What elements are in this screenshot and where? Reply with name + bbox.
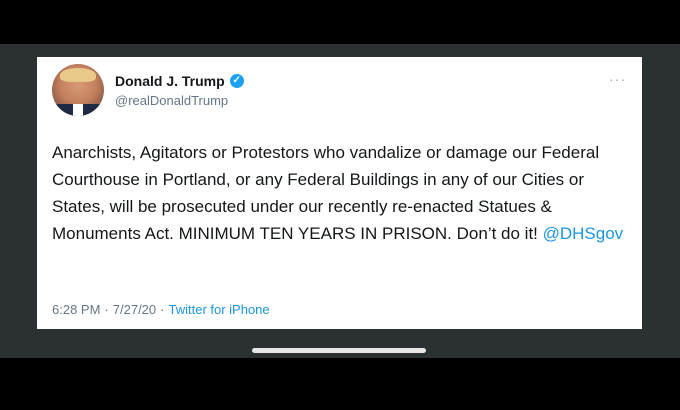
meta-separator-2: · (160, 302, 165, 317)
avatar-hair (60, 68, 96, 82)
home-indicator[interactable] (252, 348, 426, 353)
more-options-icon[interactable]: ··· (609, 71, 626, 87)
tweet-time[interactable]: 6:28 PM (52, 302, 100, 317)
tweet-body: Anarchists, Agitators or Protestors who … (52, 143, 600, 243)
tweet-metadata: 6:28 PM · 7/27/20 · Twitter for iPhone (52, 302, 270, 317)
avatar[interactable] (52, 64, 104, 116)
tweet-card[interactable]: Donald J. Trump ✓ @realDonaldTrump ··· A… (37, 57, 642, 329)
tweet-source-link[interactable]: Twitter for iPhone (168, 302, 269, 317)
avatar-shirt (73, 104, 83, 116)
name-row: Donald J. Trump ✓ (115, 73, 244, 89)
meta-separator: · (104, 302, 109, 317)
mention-link[interactable]: @DHSgov (543, 224, 624, 243)
tweet-text: Anarchists, Agitators or Protestors who … (52, 139, 632, 247)
display-name[interactable]: Donald J. Trump (115, 73, 225, 89)
screen: Donald J. Trump ✓ @realDonaldTrump ··· A… (0, 0, 680, 410)
verified-badge-icon: ✓ (229, 74, 244, 88)
tweet-date[interactable]: 7/27/20 (113, 302, 156, 317)
user-handle[interactable]: @realDonaldTrump (115, 93, 228, 108)
